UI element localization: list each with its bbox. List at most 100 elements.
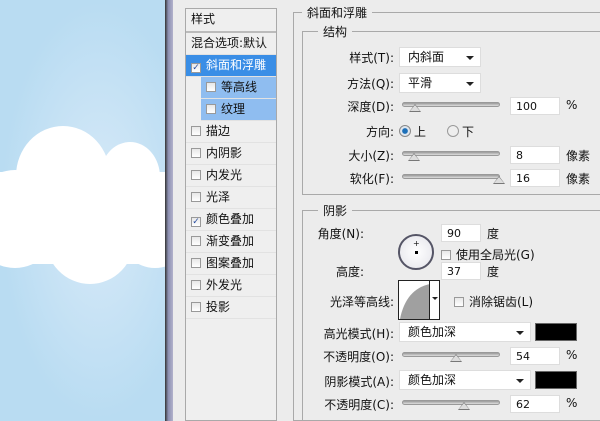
style-value: 内斜面 [408,50,445,64]
angle-unit: 度 [487,227,500,241]
soften-label: 软化(F): [349,172,394,186]
style-item-label: 光泽 [206,190,231,204]
bevel-title: 斜面和浮雕 [302,4,373,21]
angle-input[interactable]: 90 [441,224,481,242]
canvas-preview [0,0,165,421]
style-item[interactable]: 投影 [186,297,276,319]
style-item[interactable]: 光泽 [186,187,276,209]
chevron-down-icon [466,56,474,60]
style-item[interactable]: 内发光 [186,165,276,187]
radio-up[interactable] [399,125,411,137]
angle-label: 角度(N): [317,227,364,241]
altitude-unit: 度 [487,265,500,279]
antialias-checkbox[interactable]: 消除锯齿(L) [454,293,533,310]
contour-curve-icon [400,284,430,319]
soften-unit: 像素 [566,172,591,186]
slider-thumb[interactable] [493,176,505,184]
checkbox[interactable]: ✓ [191,63,201,73]
checkbox[interactable] [206,82,216,92]
checkbox[interactable] [191,148,201,158]
highlight-mode-dropdown[interactable]: 颜色加深 [399,322,531,342]
chevron-down-icon [466,82,474,86]
highlight-opacity-label: 不透明度(O): [323,350,394,364]
soften-input[interactable]: 16 [510,169,560,187]
style-item-label: 外发光 [206,278,243,292]
highlight-opacity-unit: % [566,348,578,362]
styles-header[interactable]: 样式 [186,9,276,33]
shading-title: 阴影 [318,202,353,219]
checkbox[interactable] [191,302,201,312]
depth-input[interactable]: 100 [510,97,560,115]
style-item[interactable]: 等高线 [201,77,276,99]
method-dropdown[interactable]: 平滑 [399,73,481,93]
checkbox[interactable] [206,104,216,114]
chevron-down-icon [432,297,438,300]
shadow-opacity-label: 不透明度(C): [324,398,394,412]
shadow-mode-value: 颜色加深 [408,373,457,387]
crosshair-icon: + [413,239,420,248]
direction-down-label: 下 [462,125,475,139]
depth-label: 深度(D): [347,100,394,114]
highlight-opacity-slider[interactable] [402,352,500,362]
angle-dial[interactable]: + [398,234,434,270]
gloss-contour-label: 光泽等高线: [329,295,394,309]
method-label: 方法(Q): [347,77,394,91]
slider-thumb[interactable] [450,354,462,362]
shadow-color-swatch[interactable] [535,371,577,389]
altitude-label: 高度: [335,265,364,279]
window-border [165,0,173,421]
style-item-label: 描边 [206,124,231,138]
dial-center [415,251,418,254]
highlight-mode-value: 颜色加深 [408,325,457,339]
size-slider[interactable] [402,151,500,161]
checkbox[interactable] [191,170,201,180]
checkbox[interactable] [191,192,201,202]
style-item-label: 投影 [206,300,231,314]
depth-unit: % [566,98,578,112]
global-light-label: 使用全局光(G) [456,248,535,262]
style-item-label: 内发光 [206,168,243,182]
highlight-opacity-input[interactable]: 54 [510,347,560,365]
checkbox[interactable] [454,297,464,307]
checkbox[interactable] [191,126,201,136]
shadow-opacity-unit: % [566,396,578,410]
method-value: 平滑 [408,76,433,90]
highlight-color-swatch[interactable] [535,323,577,341]
highlight-mode-label: 高光模式(H): [323,327,394,341]
gloss-contour-picker[interactable] [398,280,440,320]
style-item[interactable]: 描边 [186,121,276,143]
style-item[interactable]: 纹理 [201,99,276,121]
slider-thumb[interactable] [408,153,420,161]
blending-options[interactable]: 混合选项:默认 [186,33,276,55]
global-light-checkbox[interactable]: 使用全局光(G) [441,246,535,263]
style-item[interactable]: 内阴影 [186,143,276,165]
style-item[interactable]: ✓ 斜面和浮雕 [186,55,276,77]
altitude-input[interactable]: 37 [441,262,481,280]
style-dropdown[interactable]: 内斜面 [399,47,481,67]
style-item-label: 斜面和浮雕 [206,58,267,72]
slider-thumb[interactable] [458,402,470,410]
antialias-label: 消除锯齿(L) [469,295,534,309]
depth-slider[interactable] [402,102,500,112]
checkbox[interactable] [191,280,201,290]
checkbox[interactable] [441,250,451,260]
checkbox[interactable] [191,236,201,246]
structure-title: 结构 [318,23,353,40]
size-unit: 像素 [566,149,591,163]
size-input[interactable]: 8 [510,146,560,164]
direction-up-label: 上 [414,125,427,139]
style-label: 样式(T): [349,51,394,65]
styles-list: 样式 混合选项:默认 ✓ 斜面和浮雕 等高线 纹理 描边 内阴影 内发光 光泽 ✓ 颜色叠加 渐变叠… [185,8,277,421]
checkbox[interactable] [191,258,201,268]
contour-dropdown-button[interactable] [429,281,439,319]
shadow-opacity-input[interactable]: 62 [510,395,560,413]
soften-slider[interactable] [402,174,505,184]
shadow-mode-dropdown[interactable]: 颜色加深 [399,370,531,390]
checkbox[interactable]: ✓ [191,217,201,227]
slider-thumb[interactable] [409,104,421,112]
radio-down[interactable] [447,125,459,137]
size-label: 大小(Z): [348,149,394,163]
shadow-mode-label: 阴影模式(A): [324,375,394,389]
shadow-opacity-slider[interactable] [402,400,500,410]
direction-label: 方向: [365,125,394,139]
